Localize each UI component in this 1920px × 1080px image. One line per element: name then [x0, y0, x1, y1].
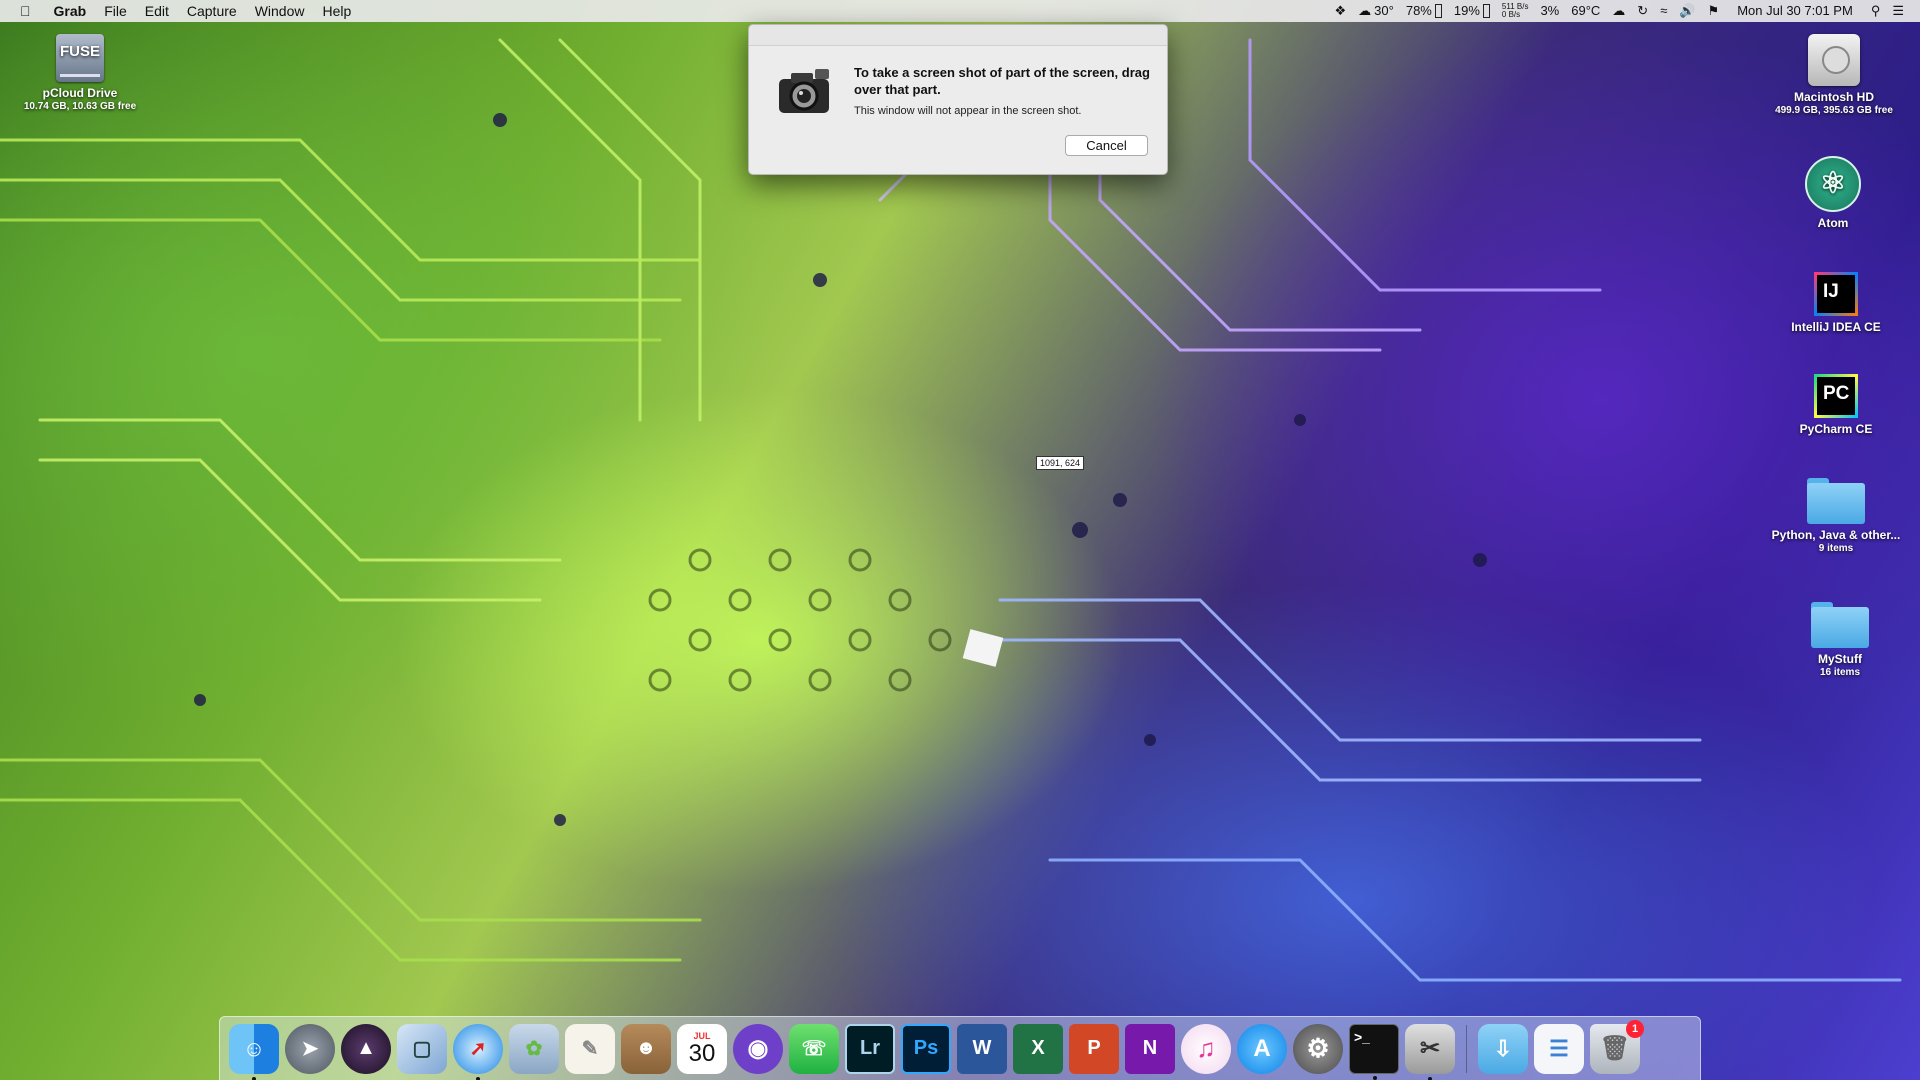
folder-mystuff-count: 16 items	[1819, 667, 1861, 678]
folder-icon	[1811, 602, 1869, 648]
network-speed-status[interactable]: 511 B/s 0 B/s	[1496, 0, 1535, 22]
running-indicator	[1428, 1076, 1432, 1080]
dock-launchpad-icon[interactable]: ➤	[285, 1023, 335, 1074]
menu-help[interactable]: Help	[313, 0, 360, 22]
desktop-icon-folder-mystuff[interactable]: MyStuff 16 items	[1765, 602, 1915, 679]
dock-finder-icon[interactable]: ☺	[229, 1023, 279, 1080]
weather-status[interactable]: ☁ 30°	[1352, 0, 1400, 22]
weather-icon: ☁	[1358, 3, 1372, 18]
dock-terminal-icon[interactable]: >_	[1349, 1023, 1399, 1080]
desktop-icon-folder-python-java[interactable]: Python, Java & other... 9 items	[1761, 478, 1911, 555]
dock-onenote-icon[interactable]: N	[1125, 1023, 1175, 1074]
battery-1-percent: 78%	[1405, 3, 1432, 18]
cpu-status[interactable]: 3%	[1534, 0, 1565, 22]
pcloud-drive-info: 10.74 GB, 10.63 GB free	[23, 101, 137, 112]
dialog-titlebar[interactable]	[749, 25, 1167, 46]
dialog-subtext: This window will not appear in the scree…	[854, 105, 1082, 117]
calendar-day: 30	[688, 1039, 716, 1067]
battery-icon	[1434, 4, 1442, 18]
cpu-temp: 69°C	[1571, 3, 1601, 18]
folder-icon	[1807, 478, 1865, 524]
dropbox-icon[interactable]: ❖	[1329, 0, 1353, 22]
cursor-coordinates: 1091, 624	[1036, 456, 1085, 470]
cpu-percent: 3%	[1540, 3, 1560, 18]
folder-python-java-label: Python, Java & other...	[1771, 528, 1901, 542]
dock-itunes-icon[interactable]: ♫	[1181, 1023, 1231, 1074]
running-indicator	[1373, 1075, 1377, 1080]
dock-preview-icon[interactable]: ✿	[509, 1023, 559, 1074]
atom-icon: ⚛	[1805, 156, 1861, 212]
time-machine-icon[interactable]: ↻	[1631, 0, 1654, 22]
intellij-icon: IJ	[1814, 272, 1858, 316]
apple-menu-icon[interactable]: 	[0, 0, 45, 22]
dock-textedit-icon[interactable]: ✎	[565, 1023, 615, 1074]
dock-alfred-icon[interactable]: ▲	[341, 1023, 391, 1074]
menu-window[interactable]: Window	[246, 0, 314, 22]
dock-github-desktop-icon[interactable]: ◉	[733, 1023, 783, 1074]
dock-safari-icon[interactable]: ➚	[453, 1023, 503, 1080]
desktop-icon-intellij[interactable]: IJ IntelliJ IDEA CE	[1761, 272, 1911, 335]
macintosh-hd-info: 499.9 GB, 395.63 GB free	[1775, 105, 1893, 116]
dock-calendar-icon[interactable]: JUL 30	[677, 1023, 727, 1074]
calendar-month: JUL	[693, 1030, 711, 1041]
intellij-label: IntelliJ IDEA CE	[1791, 320, 1881, 334]
clock[interactable]: Mon Jul 30 7:01 PM	[1725, 0, 1865, 22]
notification-center-icon[interactable]: ☰	[1886, 0, 1920, 22]
desktop-icon-pycharm[interactable]: PC PyCharm CE	[1761, 374, 1911, 437]
battery-status-1[interactable]: 78%	[1400, 0, 1448, 22]
dock-app-store-icon[interactable]: A	[1237, 1023, 1287, 1074]
dock-excel-icon[interactable]: X	[1013, 1023, 1063, 1074]
battery-2-percent: 19%	[1453, 3, 1480, 18]
camera-icon	[779, 69, 829, 113]
dock-virtualbox-icon[interactable]: ▢	[397, 1023, 447, 1074]
weather-temp: 30°	[1374, 3, 1394, 18]
hard-drive-icon	[1808, 34, 1860, 86]
macintosh-hd-label: Macintosh HD	[1793, 90, 1874, 104]
memory-icon	[1482, 4, 1490, 18]
atom-label: Atom	[1817, 216, 1849, 230]
us-flag-icon[interactable]: ⚑	[1702, 0, 1726, 22]
dock-trash-icon[interactable]: 🗑 1	[1590, 1019, 1644, 1074]
running-indicator	[252, 1076, 256, 1080]
dock-lightroom-icon[interactable]: Lr	[845, 1023, 895, 1074]
dock-facetime-icon[interactable]: ☏	[789, 1023, 839, 1074]
dock-separator	[1466, 1024, 1467, 1073]
folder-mystuff-label: MyStuff	[1818, 652, 1862, 666]
menu-edit[interactable]: Edit	[136, 0, 178, 22]
trash-badge: 1	[1626, 1019, 1644, 1038]
menu-file[interactable]: File	[95, 0, 136, 22]
running-indicator	[476, 1076, 480, 1080]
dock-photoshop-icon[interactable]: Ps	[901, 1023, 951, 1074]
cloud-check-icon[interactable]: ☁	[1606, 0, 1631, 22]
spotlight-search-icon[interactable]: ⚲	[1865, 0, 1887, 22]
dock: ☺ ➤ ▲ ▢ ➚ ✿ ✎ ☻ JUL 30 ◉ ☏ Lr Ps W X P N…	[219, 1016, 1701, 1080]
dialog-message: To take a screen shot of part of the scr…	[854, 65, 1150, 97]
dock-contacts-icon[interactable]: ☻	[621, 1023, 671, 1074]
desktop-icon-pcloud-drive[interactable]: FUSE pCloud Drive 10.74 GB, 10.63 GB fre…	[5, 34, 155, 113]
pycharm-icon: PC	[1814, 374, 1858, 418]
dock-word-icon[interactable]: W	[957, 1023, 1007, 1074]
desktop-icon-macintosh-hd[interactable]: Macintosh HD 499.9 GB, 395.63 GB free	[1759, 34, 1909, 117]
folder-python-java-count: 9 items	[1818, 543, 1854, 554]
grab-selection-dialog: To take a screen shot of part of the scr…	[748, 24, 1168, 175]
pycharm-label: PyCharm CE	[1799, 422, 1873, 436]
dock-downloads-folder-icon[interactable]: ⇩	[1478, 1023, 1528, 1074]
cpu-temp-status[interactable]: 69°C	[1565, 0, 1606, 22]
fuse-drive-icon: FUSE	[56, 34, 104, 82]
dock-system-preferences-icon[interactable]: ⚙	[1293, 1023, 1343, 1074]
wifi-icon[interactable]: ≈	[1654, 0, 1673, 22]
pcloud-drive-label: pCloud Drive	[42, 86, 118, 100]
cancel-button[interactable]: Cancel	[1065, 135, 1148, 156]
dock-grab-icon[interactable]: ✂	[1405, 1023, 1455, 1080]
app-menu-grab[interactable]: Grab	[45, 0, 96, 22]
dock-powerpoint-icon[interactable]: P	[1069, 1023, 1119, 1074]
battery-status-2[interactable]: 19%	[1448, 0, 1496, 22]
net-download: 0 B/s	[1501, 10, 1521, 19]
dock-documents-stack-icon[interactable]: ☰	[1534, 1023, 1584, 1074]
volume-icon[interactable]: 🔊	[1673, 0, 1701, 22]
desktop-icon-atom[interactable]: ⚛ Atom	[1758, 156, 1908, 231]
menu-capture[interactable]: Capture	[178, 0, 246, 22]
menu-bar:  Grab File Edit Capture Window Help ❖ ☁…	[0, 0, 1920, 22]
